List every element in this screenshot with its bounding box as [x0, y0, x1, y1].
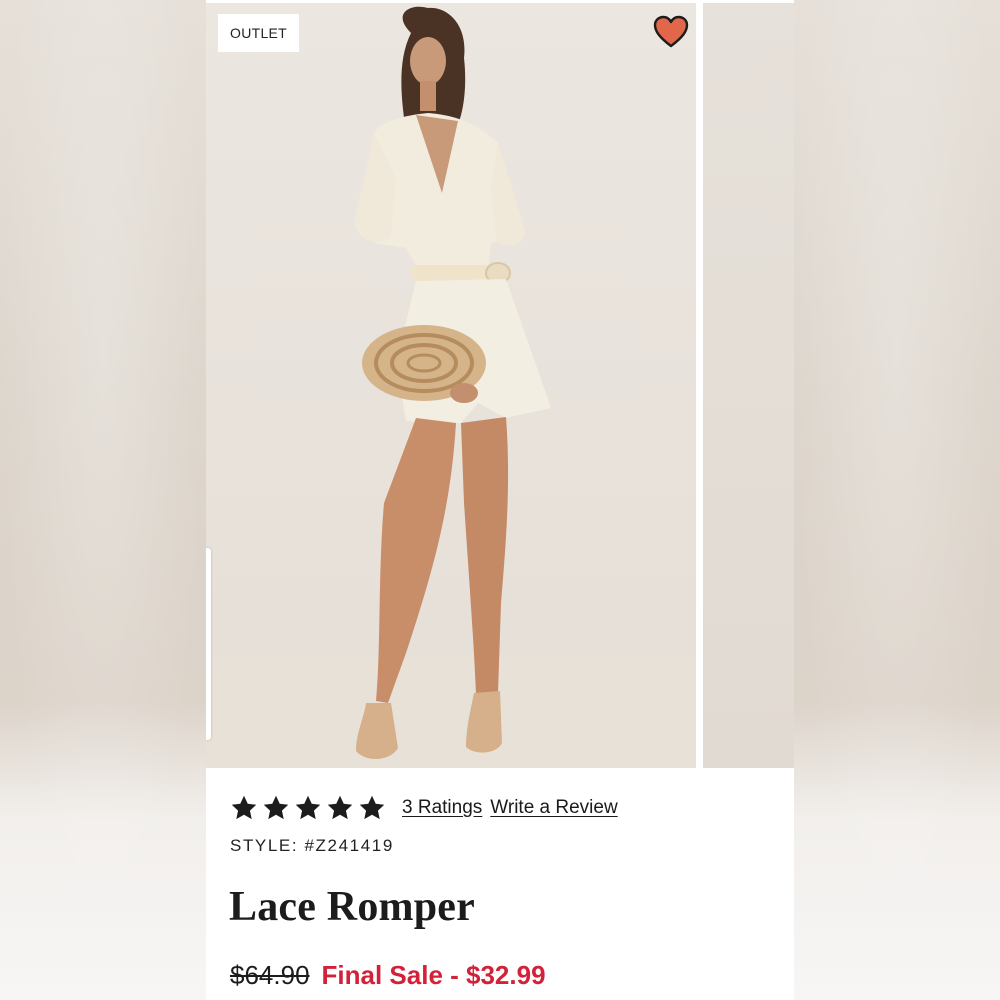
write-review-link[interactable]: Write a Review [490, 797, 617, 819]
product-image-next-peek[interactable] [703, 3, 794, 768]
product-image-main[interactable]: OUTLET [206, 3, 696, 768]
product-image-carousel[interactable]: OUTLET [206, 0, 794, 768]
star-rating [230, 794, 386, 822]
product-title: Lace Romper [229, 884, 475, 930]
price-row: $64.90 Final Sale - $32.99 [230, 960, 546, 991]
outlet-badge: OUTLET [218, 14, 300, 52]
ratings-count-link[interactable]: 3 Ratings [402, 797, 482, 819]
edge-scroll-handle[interactable] [206, 548, 211, 740]
star-icon [231, 795, 257, 820]
product-page: OUTLET 3 Ratings Write a Review STYLE: #… [206, 0, 794, 1000]
star-icon [359, 795, 385, 820]
original-price: $64.90 [230, 960, 310, 990]
sale-price: Final Sale - $32.99 [321, 960, 546, 990]
rating-row: 3 Ratings Write a Review [230, 793, 626, 823]
style-number: STYLE: #Z241419 [230, 836, 394, 855]
background-blur-right [794, 0, 1000, 1000]
star-icon [327, 795, 353, 820]
heart-icon[interactable] [653, 15, 689, 49]
background-blur-left [0, 0, 206, 1000]
star-icon [263, 795, 289, 820]
model-photo [206, 6, 696, 768]
star-icon [295, 795, 321, 820]
product-info: 3 Ratings Write a Review STYLE: #Z241419… [206, 768, 794, 1000]
